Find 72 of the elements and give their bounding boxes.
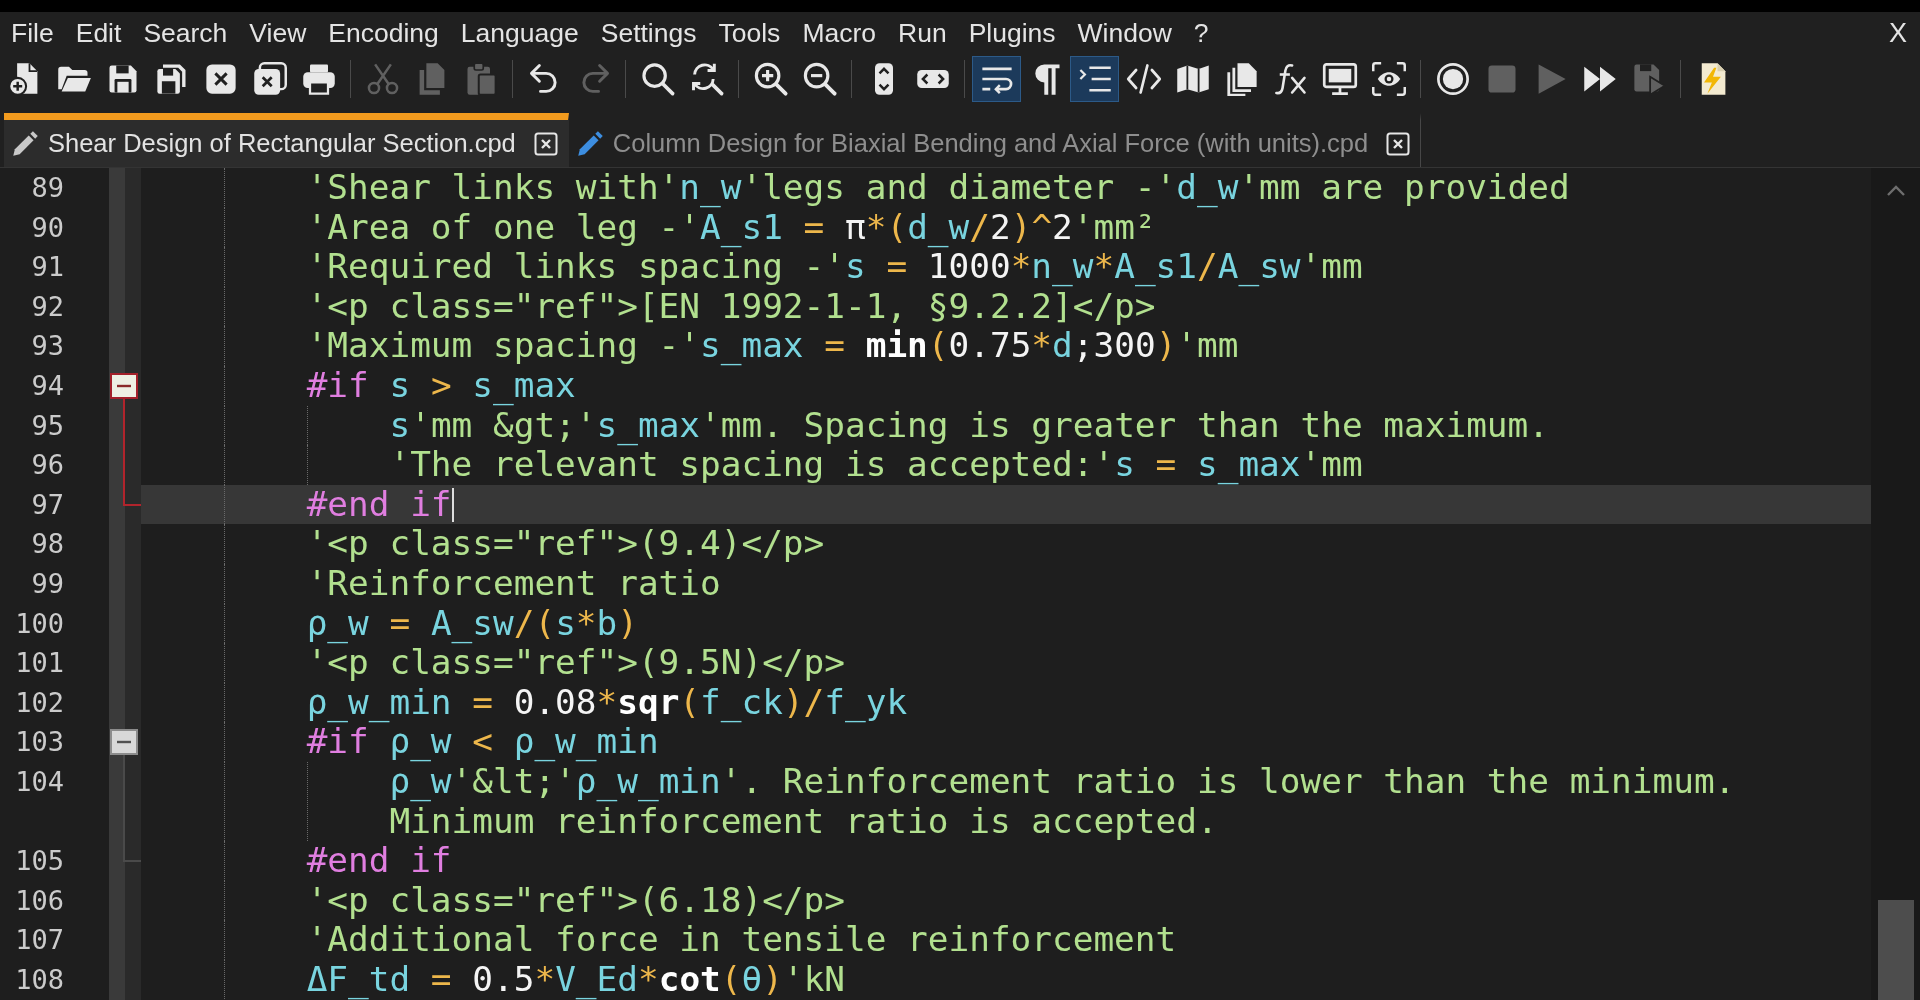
word-wrap-button[interactable]: [972, 55, 1021, 102]
code-line: 'Area of one leg -'A_s1 = π*(d_w/2)^2'mm²: [306, 207, 1156, 248]
zoom-in-icon: [752, 60, 789, 97]
code-line: '<p class="ref">(9.5N)</p>: [306, 643, 845, 683]
line-number: 97: [30, 487, 65, 522]
monitor-icon: [1321, 60, 1358, 97]
code-line: #end if: [306, 841, 452, 881]
line-number: 102: [14, 685, 65, 720]
code-line: ρ_w = A_sw/(s*b): [306, 603, 638, 644]
menu-item[interactable]: Edit: [64, 17, 133, 49]
tab[interactable]: Column Design for Biaxial Bending and Axial Force (with units).cpd: [568, 113, 1422, 167]
eye-frame-icon: [1370, 60, 1407, 97]
zoom-out-icon: [801, 60, 838, 97]
line-number: 93: [30, 329, 65, 364]
code-line: ΔF_td = 0.5*V_Ed*cot(θ)'kN: [306, 959, 846, 1000]
code-line: ρ_w_min = 0.08*sqr(f_ck)/f_yk: [306, 682, 908, 723]
code-line: 'Shear links with'n_w'legs and diameter -'d_w'mm are provided: [306, 168, 1570, 208]
menu-item[interactable]: Macro: [791, 17, 887, 49]
text-caret: [451, 487, 454, 522]
line-number: 95: [30, 408, 65, 443]
line-number: 89: [30, 171, 65, 205]
line-number: 107: [14, 923, 65, 958]
code-line: 'Required links spacing -'s = 1000*n_w*A_s1/A_sw'mm: [306, 247, 1363, 287]
close-icon[interactable]: [533, 131, 558, 156]
scrollbar-thumb[interactable]: [1877, 900, 1914, 1000]
close-button[interactable]: X: [1879, 17, 1920, 49]
menu-item[interactable]: ?: [1182, 17, 1220, 49]
code-line: #if ρ_w < ρ_w_min: [306, 722, 659, 762]
line-number: 91: [30, 250, 65, 285]
menu-item[interactable]: Window: [1066, 17, 1183, 49]
menu-item[interactable]: Language: [449, 17, 590, 49]
line-number: 90: [30, 210, 65, 245]
menu-item[interactable]: Settings: [589, 17, 708, 49]
code-line: s'mm &gt;'s_max'mm. Spacing is greater than the maximum.: [389, 405, 1549, 446]
record-icon: [1434, 60, 1471, 97]
indent-guide-button[interactable]: [1070, 55, 1119, 102]
line-number: 105: [14, 844, 65, 879]
line-number: 104: [14, 764, 65, 799]
close-icon[interactable]: [1386, 131, 1411, 156]
code-line: '<p class="ref">[EN 1992-1-1, §9.2.2]</p>: [306, 286, 1156, 327]
line-number: 99: [30, 566, 65, 601]
line-number: 101: [14, 646, 65, 681]
line-number: 94: [30, 368, 65, 403]
line-number: 96: [30, 448, 65, 483]
line-number: 108: [14, 962, 65, 997]
stacked-close-icon: [251, 60, 288, 97]
menu-item[interactable]: Tools: [707, 17, 792, 49]
minus-box-icon[interactable]: [110, 729, 138, 756]
line-number: 106: [14, 883, 65, 918]
menu-item[interactable]: Plugins: [957, 17, 1067, 49]
code-line: 'The relevant spacing is accepted:'s = s_max'mm: [389, 445, 1363, 485]
code-line: '<p class="ref">(9.4)</p>: [306, 524, 825, 564]
menu-item[interactable]: Run: [887, 17, 958, 49]
code-line: #end if: [306, 484, 452, 525]
code-line: '<p class="ref">(6.18)</p>: [306, 880, 845, 921]
search-icon: [639, 60, 676, 97]
menu-item[interactable]: Encoding: [317, 17, 450, 49]
line-number: 103: [14, 725, 65, 760]
tab[interactable]: Shear Design of Rectangular Section.cpd: [4, 113, 569, 167]
chevron-up-icon[interactable]: [1885, 185, 1906, 197]
menu-item[interactable]: View: [238, 17, 318, 49]
code-line: 'Maximum spacing -'s_max = min(0.75*d;300)'mm: [306, 326, 1239, 366]
minus-box-icon[interactable]: [110, 372, 138, 399]
code-line: 'Additional force in tensile reinforcement: [306, 920, 1177, 960]
menu-item[interactable]: Search: [132, 17, 239, 49]
line-number: 98: [30, 527, 65, 562]
code-line: 'Reinforcement ratio: [306, 563, 721, 604]
line-number: 100: [14, 606, 65, 641]
line-number: 92: [30, 289, 65, 324]
code-line: #if s > s_max: [306, 365, 576, 406]
menu-item[interactable]: File: [0, 17, 65, 49]
code-line: ρ_w'&lt;'ρ_w_min'. Reinforcement ratio is lower than the minimum. Minimum reinforcement ratio is accepted.: [389, 761, 1737, 842]
